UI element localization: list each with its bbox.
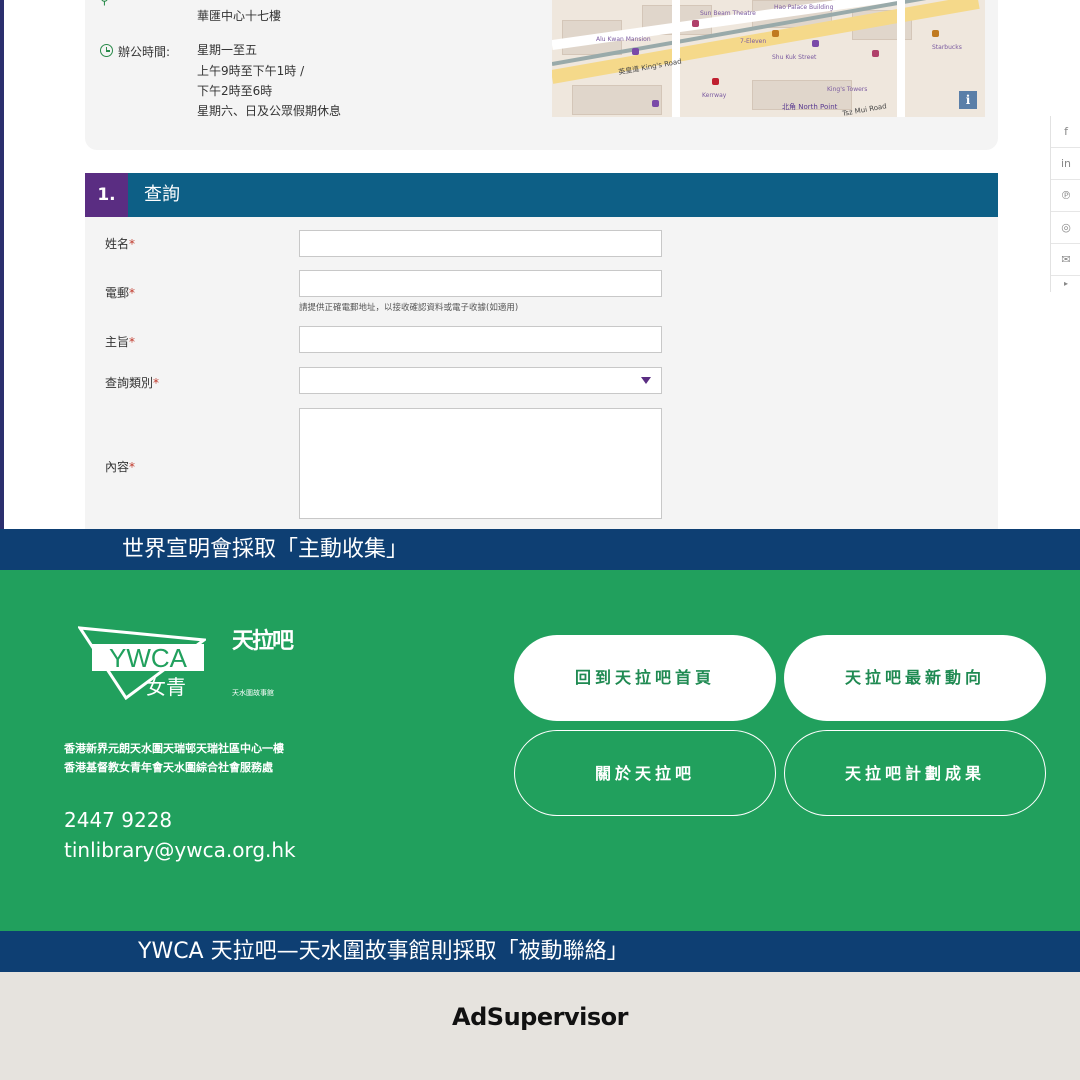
tinlabar-logo-text: 天拉吧	[232, 629, 294, 654]
email-input[interactable]	[299, 270, 662, 297]
hours-label: 辦公時間:	[118, 45, 171, 59]
map-label: Hao Palace Building	[774, 4, 834, 11]
name-input[interactable]	[299, 230, 662, 257]
linkedin-icon[interactable]: in	[1051, 148, 1080, 180]
map-block	[572, 85, 662, 115]
address-line: 華匯中心十七樓	[197, 9, 282, 23]
expand-arrow-icon[interactable]: ▸	[1051, 276, 1080, 292]
adsupervisor-logo: AdSupervisor	[452, 1003, 628, 1031]
category-label: 查詢類別*	[105, 376, 160, 390]
footer-address-line-2: 香港基督教女青年會天水圍綜合社會服務處	[64, 761, 273, 774]
caption-banner-bottom: YWCA 天拉吧—天水圍故事館則採取「被動聯絡」	[0, 931, 1080, 972]
location-map[interactable]: Sun Beam Theatre Hao Palace Building Alu…	[552, 0, 985, 117]
hours-line-4: 星期六、日及公眾假期休息	[197, 104, 342, 118]
map-label: Sun Beam Theatre	[700, 10, 756, 17]
map-label: Starbucks	[932, 44, 962, 51]
map-poi	[632, 48, 639, 55]
site-footer: YWCA 女青 天拉吧 天水圍故事館 香港新界元朗天水圍天瑞邨天瑞社區中心一樓 …	[0, 570, 1080, 931]
map-label: 北角 North Point	[782, 103, 838, 111]
subject-input[interactable]	[299, 326, 662, 353]
left-edge-bar	[0, 0, 4, 529]
caption-text-top: 世界宣明會採取「主動收集」	[122, 537, 409, 562]
hours-line-1: 星期一至五	[197, 43, 258, 57]
email-label: 電郵*	[105, 286, 136, 300]
map-label: Shu Kuk Street	[772, 54, 817, 61]
weibo-icon[interactable]: ◎	[1051, 212, 1080, 244]
section-title: 查詢	[144, 184, 180, 205]
subject-label: 主旨*	[105, 335, 136, 349]
map-poi	[692, 20, 699, 27]
ywca-logo-subtext: 女青	[146, 675, 186, 699]
about-button[interactable]: 關於天拉吧	[514, 730, 776, 816]
map-poi	[932, 30, 939, 37]
email-icon[interactable]: ✉	[1051, 244, 1080, 276]
email-hint: 請提供正確電郵地址，以接收確認資料或電子收據(如適用)	[299, 303, 519, 313]
map-label: 7-Eleven	[740, 38, 767, 45]
home-button[interactable]: 回到天拉吧首頁	[514, 635, 776, 721]
clock-icon	[100, 44, 113, 57]
map-poi	[812, 40, 819, 47]
ywca-logo-text: YWCA	[109, 643, 188, 673]
dropdown-arrow-icon	[641, 377, 651, 384]
map-label: Alu Kwan Mansion	[596, 36, 651, 43]
map-poi	[652, 100, 659, 107]
website-screenshot: ⚲ 華匯中心十七樓 辦公時間: 星期一至五 上午9時至下午1時 / 下午2時至6…	[0, 0, 1080, 529]
map-poi	[772, 30, 779, 37]
tinlabar-logo[interactable]: 天拉吧 天水圍故事館	[232, 630, 302, 702]
footer-address-line-1: 香港新界元朗天水圍天瑞邨天瑞社區中心一樓	[64, 742, 284, 755]
caption-banner-top: 世界宣明會採取「主動收集」	[0, 529, 1080, 570]
map-label: King's Towers	[827, 86, 868, 93]
results-button[interactable]: 天拉吧計劃成果	[784, 730, 1046, 816]
enquiry-section-header: 1. 查詢	[85, 173, 998, 217]
pinterest-icon[interactable]: ℗	[1051, 180, 1080, 212]
map-label: Kerrway	[702, 92, 727, 99]
map-poi	[712, 78, 719, 85]
footer-email[interactable]: tinlibrary@ywca.org.hk	[64, 838, 296, 862]
caption-text-bottom: YWCA 天拉吧—天水圍故事館則採取「被動聯絡」	[138, 939, 629, 964]
tinlabar-logo-subtext: 天水圍故事館	[232, 689, 274, 697]
section-number: 1.	[85, 173, 128, 217]
hours-line-2: 上午9時至下午1時 /	[197, 64, 305, 78]
category-select[interactable]	[299, 367, 662, 394]
share-sidebar: f in ℗ ◎ ✉ ▸	[1050, 116, 1080, 292]
ywca-logo[interactable]: YWCA 女青	[78, 626, 206, 700]
map-road	[897, 0, 905, 117]
facebook-icon[interactable]: f	[1051, 116, 1080, 148]
location-pin-icon: ⚲	[100, 0, 109, 7]
map-info-button[interactable]: i	[959, 91, 977, 109]
latest-news-button[interactable]: 天拉吧最新動向	[784, 635, 1046, 721]
hours-line-3: 下午2時至6時	[197, 84, 273, 98]
map-poi	[872, 50, 879, 57]
content-textarea[interactable]	[299, 408, 662, 519]
footer-phone[interactable]: 2447 9228	[64, 808, 172, 832]
name-label: 姓名*	[105, 237, 136, 251]
content-label: 內容*	[105, 460, 136, 474]
